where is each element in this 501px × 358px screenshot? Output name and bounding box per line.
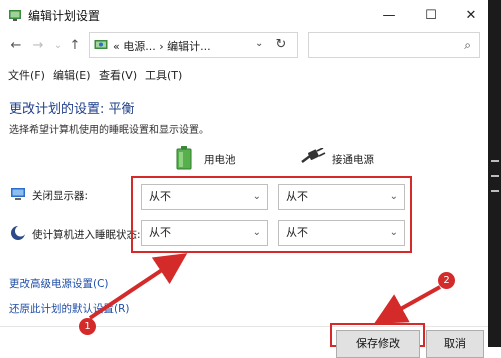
chevron-down-icon: ⌄ (389, 191, 398, 202)
advanced-power-settings-link[interactable]: 更改高级电源设置(C) (9, 276, 109, 291)
battery-icon (176, 146, 192, 170)
annotation-arrow-2 (374, 285, 441, 324)
sleep-label: 使计算机进入睡眠状态: (32, 229, 141, 241)
chevron-down-icon: ⌄ (389, 227, 398, 238)
turn-off-display-label: 关闭显示器: (32, 190, 89, 202)
battery-column-label: 用电池 (204, 154, 236, 166)
select-value: 从不 (286, 190, 308, 203)
title-bar: 编辑计划设置 — ☐ ✕ (0, 0, 501, 30)
page-title: 更改计划的设置: 平衡 (9, 102, 135, 117)
sleep-battery-select[interactable]: 从不 ⌄ (141, 220, 268, 246)
control-panel-icon (94, 40, 108, 49)
menu-file[interactable]: 文件(F) (8, 67, 45, 83)
annotation-badge-1: 1 (79, 318, 96, 335)
monitor-icon (11, 188, 25, 200)
chevron-down-icon: ⌄ (252, 191, 261, 202)
plug-icon (301, 148, 326, 163)
cancel-button[interactable]: 取消 (426, 330, 484, 358)
sleep-plugged-select[interactable]: 从不 ⌄ (278, 220, 405, 246)
back-button[interactable]: ← (8, 37, 24, 55)
maximize-button[interactable]: ☐ (414, 0, 448, 30)
chevron-down-icon: ⌄ (252, 227, 261, 238)
search-icon[interactable]: ⌕ (464, 38, 471, 53)
minimize-button[interactable]: — (372, 0, 406, 30)
power-options-icon (9, 10, 21, 21)
select-value: 从不 (149, 190, 171, 203)
up-button[interactable]: ↑ (67, 37, 83, 55)
window-title: 编辑计划设置 (28, 9, 101, 23)
address-path: « 电源... › 编辑计... (113, 40, 211, 53)
menu-edit[interactable]: 编辑(E) (53, 67, 91, 83)
recent-locations-button[interactable]: ⌄ (50, 37, 66, 55)
sleep-moon-icon (11, 225, 26, 240)
edge-mark (491, 160, 499, 162)
display-battery-select[interactable]: 从不 ⌄ (141, 184, 268, 210)
edge-mark (491, 190, 499, 192)
annotation-badge-2: 2 (438, 272, 455, 289)
save-changes-button[interactable]: 保存修改 (336, 330, 420, 358)
select-value: 从不 (286, 226, 308, 239)
page-description: 选择希望计算机使用的睡眠设置和显示设置。 (9, 125, 209, 136)
address-bar[interactable]: « 电源... › 编辑计... ⌄ ↻ (89, 32, 298, 58)
select-value: 从不 (149, 226, 171, 239)
close-button[interactable]: ✕ (454, 0, 488, 30)
search-box[interactable]: ⌕ (308, 32, 480, 58)
refresh-button[interactable]: ↻ (271, 36, 291, 54)
menu-tools[interactable]: 工具(T) (145, 67, 182, 83)
plugged-column-label: 接通电源 (332, 154, 374, 166)
restore-defaults-link[interactable]: 还原此计划的默认设置(R) (9, 301, 130, 316)
address-dropdown-icon[interactable]: ⌄ (255, 38, 263, 49)
forward-button[interactable]: → (30, 37, 46, 55)
display-plugged-select[interactable]: 从不 ⌄ (278, 184, 405, 210)
background-window-edge (488, 0, 501, 347)
menu-view[interactable]: 查看(V) (99, 67, 137, 83)
edge-mark (491, 175, 499, 177)
